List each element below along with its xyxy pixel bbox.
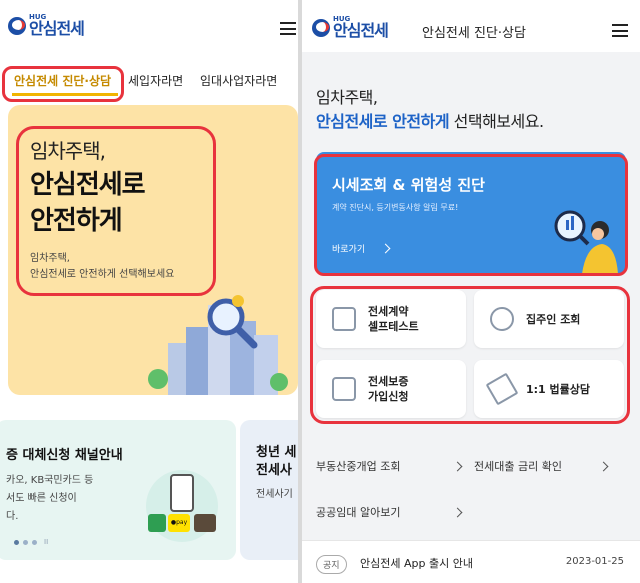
pay-badge: ●pay xyxy=(168,514,190,532)
highlight-box-tab xyxy=(2,66,124,102)
link-loan-label: 전세대출 금리 확인 xyxy=(474,460,562,473)
page-title: 안심전세 진단·상담 xyxy=(422,26,526,41)
phone-illustration: ●pay xyxy=(146,470,218,542)
chevron-right-icon xyxy=(453,461,463,471)
channel-card-body: 카오, KB국민카드 등 서도 빠른 신청이 다. xyxy=(6,472,93,526)
notice-bar[interactable]: 공지 안심전세 App 출시 안내 2023-01-25 xyxy=(302,540,640,583)
link-public-label: 공공임대 알아보기 xyxy=(316,506,401,519)
youth-card-title-line1: 청년 세 xyxy=(256,445,297,460)
youth-card-title-line2: 전세사 xyxy=(256,463,292,478)
logo-brand-text: 안심전세 xyxy=(333,21,389,40)
app-header: HUG 안심전세 xyxy=(0,0,298,52)
hug-swirl-icon xyxy=(312,18,330,37)
hug-swirl-icon xyxy=(8,16,26,35)
tab-landlord[interactable]: 임대사업자라면 xyxy=(200,72,277,89)
highlight-box-grid xyxy=(310,286,630,424)
tab-tenant[interactable]: 세입자라면 xyxy=(128,72,183,89)
link-broker-lookup[interactable]: 부동산중개업 조회 xyxy=(316,458,463,474)
channel-card-line3: 다. xyxy=(6,511,19,522)
channel-guide-card[interactable]: 증 대체신청 채널안내 카오, KB국민카드 등 서도 빠른 신청이 다. ●p… xyxy=(0,420,236,560)
notice-text[interactable]: 안심전세 App 출시 안내 xyxy=(360,555,473,571)
highlight-box-hero xyxy=(16,126,216,296)
link-loan-rate[interactable]: 전세대출 금리 확인 xyxy=(474,458,609,474)
logo-brand-text: 안심전세 xyxy=(29,19,85,38)
link-public-rental[interactable]: 공공임대 알아보기 xyxy=(316,504,463,520)
chevron-right-icon xyxy=(453,507,463,517)
hug-logo[interactable]: HUG 안심전세 xyxy=(312,16,389,40)
pager-pause[interactable]: II xyxy=(44,538,48,546)
youth-card-title: 청년 세 전세사 xyxy=(256,444,296,480)
right-screen: HUG 안심전세 안심전세 진단·상담 임차주택, 안심전세로 안전하게 선택해… xyxy=(302,0,640,583)
notice-badge: 공지 xyxy=(316,555,347,574)
menu-icon[interactable] xyxy=(612,24,628,37)
intro-line1: 임차주택, xyxy=(316,88,378,107)
app-header: HUG 안심전세 안심전세 진단·상담 xyxy=(302,0,640,52)
youth-card[interactable]: 청년 세 전세사 전세사기 xyxy=(240,420,298,560)
highlight-box-banner xyxy=(314,154,628,276)
intro-rest: 선택해보세요. xyxy=(449,112,544,131)
magnifier-icon xyxy=(207,295,258,349)
intro-highlight: 안심전세로 안전하게 xyxy=(316,112,450,131)
left-screen: HUG 안심전세 안심전세 진단·상담 세입자라면 임대사업자라면 임차주택, … xyxy=(0,0,298,583)
intro-line2: 안심전세로 안전하게 선택해보세요. xyxy=(316,110,544,134)
hug-logo[interactable]: HUG 안심전세 xyxy=(8,14,85,38)
link-broker-label: 부동산중개업 조회 xyxy=(316,460,401,473)
chevron-right-icon xyxy=(598,461,609,471)
intro-text: 임차주택, 안심전세로 안전하게 선택해보세요. xyxy=(316,86,544,134)
menu-icon[interactable] xyxy=(280,22,296,35)
channel-card-line2: 서도 빠른 신청이 xyxy=(6,493,77,504)
carousel-pager[interactable]: II xyxy=(14,538,48,546)
channel-card-line1: 카오, KB국민카드 등 xyxy=(6,475,94,486)
channel-card-title: 증 대체신청 채널안내 xyxy=(6,448,123,463)
youth-card-body: 전세사기 xyxy=(256,489,293,500)
notice-date: 2023-01-25 xyxy=(565,556,624,567)
